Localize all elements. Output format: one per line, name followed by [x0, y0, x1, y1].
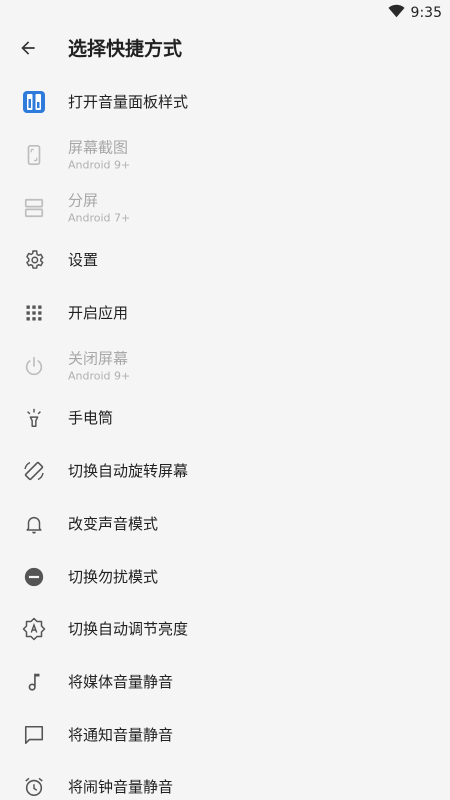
shortcut-item-split-screen: 分屏 Android 7+: [0, 181, 450, 234]
shortcut-item-label: 设置: [68, 251, 99, 270]
screenshot-icon: [20, 141, 48, 169]
shortcut-item-requirement: Android 9+: [68, 369, 131, 383]
shortcut-item-label: 将通知音量静音: [68, 725, 174, 744]
shortcut-item-sound-mode[interactable]: 改变声音模式: [0, 498, 450, 551]
shortcut-item-label: 改变声音模式: [68, 514, 159, 533]
shortcut-item-flashlight[interactable]: 手电筒: [0, 392, 450, 445]
shortcut-item-mute-notification[interactable]: 将通知音量静音: [0, 708, 450, 761]
shortcut-item-label: 分屏: [68, 191, 99, 210]
split-screen-icon: [20, 194, 48, 222]
shortcut-item-label: 手电筒: [68, 409, 114, 428]
shortcut-item-label: 切换自动调节亮度: [68, 620, 189, 639]
shortcut-list: 打开音量面板样式 屏幕截图 Android 9+ 分屏 Android 7+ 设…: [0, 76, 450, 800]
alarm-icon: [20, 773, 48, 800]
status-time: 9:35: [410, 4, 442, 21]
message-icon: [20, 721, 48, 749]
shortcut-item-label: 将闹钟音量静音: [68, 778, 174, 797]
shortcut-item-mute-alarm[interactable]: 将闹钟音量静音: [0, 761, 450, 800]
shortcut-item-volume-panel[interactable]: 打开音量面板样式: [0, 76, 450, 129]
shortcut-item-label: 将媒体音量静音: [68, 672, 174, 691]
shortcut-item-label: 切换自动旋转屏幕: [68, 462, 189, 481]
shortcut-item-requirement: Android 7+: [68, 211, 131, 225]
gear-icon: [20, 246, 48, 274]
shortcut-item-label: 关闭屏幕: [68, 349, 129, 368]
arrow-back-icon: [18, 38, 38, 62]
shortcut-item-auto-brightness[interactable]: 切换自动调节亮度: [0, 603, 450, 656]
do-not-disturb-icon: [20, 563, 48, 591]
shortcut-item-screenshot: 屏幕截图 Android 9+: [0, 129, 450, 182]
shortcut-item-label: 开启应用: [68, 304, 129, 323]
back-button[interactable]: [10, 32, 46, 68]
shortcut-item-auto-rotate[interactable]: 切换自动旋转屏幕: [0, 445, 450, 498]
music-note-icon: [20, 668, 48, 696]
shortcut-item-label: 屏幕截图: [68, 138, 129, 157]
wifi-icon: [387, 3, 405, 22]
power-icon: [20, 352, 48, 380]
shortcut-item-do-not-disturb[interactable]: 切换勿扰模式: [0, 550, 450, 603]
bell-icon: [20, 510, 48, 538]
shortcut-item-requirement: Android 9+: [68, 158, 131, 172]
flashlight-icon: [20, 404, 48, 432]
apps-grid-icon: [20, 299, 48, 327]
screen-rotation-icon: [20, 457, 48, 485]
shortcut-item-screen-off: 关闭屏幕 Android 9+: [0, 339, 450, 392]
shortcut-item-label: 切换勿扰模式: [68, 567, 159, 586]
status-bar: 9:35: [0, 0, 450, 24]
page-title: 选择快捷方式: [68, 38, 183, 60]
volume-panel-icon: [20, 88, 48, 116]
shortcut-item-settings[interactable]: 设置: [0, 234, 450, 287]
shortcut-item-label: 打开音量面板样式: [68, 93, 189, 112]
shortcut-item-open-app[interactable]: 开启应用: [0, 287, 450, 340]
shortcut-item-mute-media[interactable]: 将媒体音量静音: [0, 656, 450, 709]
brightness-auto-icon: [20, 615, 48, 643]
app-bar: 选择快捷方式: [0, 24, 450, 76]
